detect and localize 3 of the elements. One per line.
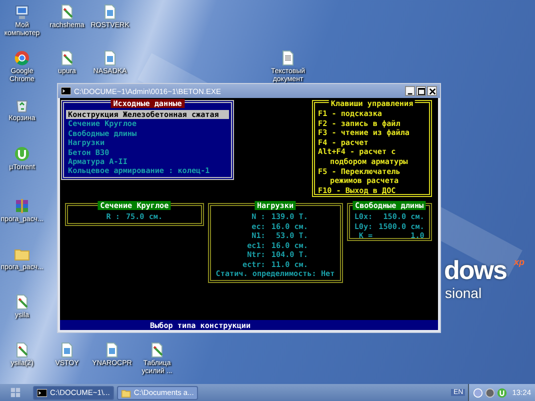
wallpaper-text: dows xyxy=(444,255,506,286)
wallpaper-text: xp xyxy=(514,257,525,267)
wallpaper-text: sional xyxy=(445,285,482,301)
